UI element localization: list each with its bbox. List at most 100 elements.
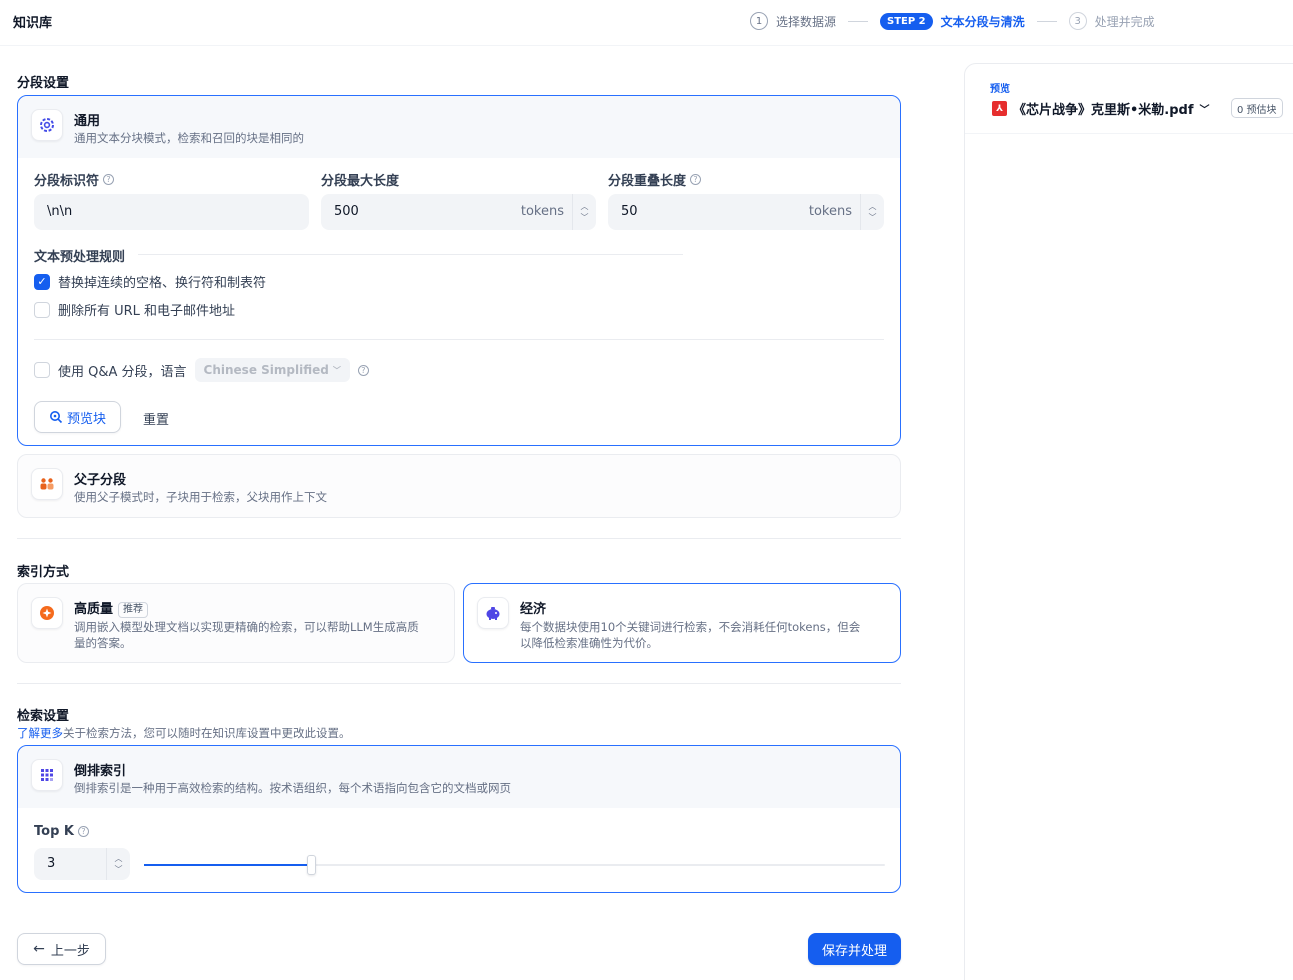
- gear-icon: [31, 109, 63, 141]
- overlap-unit: tokens: [808, 204, 852, 219]
- overlap-stepper[interactable]: ︿ ﹀: [860, 194, 884, 230]
- chevron-down-icon: ﹀: [332, 365, 341, 375]
- chevron-down-icon[interactable]: ﹀: [869, 213, 877, 222]
- inverted-index-header: 倒排索引 倒排索引是一种用于高效检索的结构。按术语组织，每个术语指向包含它的文档…: [18, 746, 900, 808]
- overlap-value: 50: [621, 204, 638, 219]
- high-quality-desc-line2: 量的答案。: [74, 636, 132, 650]
- identifier-input[interactable]: \n\n: [34, 194, 309, 230]
- overlap-label-text: 分段重叠长度: [608, 174, 687, 189]
- economy-desc: 每个数据块使用10个关键词进行检索，不会消耗任何tokens，但会 以降低检索准…: [520, 619, 890, 651]
- rule-remove-urls-row[interactable]: 删除所有 URL 和电子邮件地址: [34, 300, 235, 319]
- help-icon[interactable]: ?: [690, 174, 702, 185]
- step-separator: [1036, 20, 1057, 22]
- retrieval-hint-text: 关于检索方法，您可以随时在知识库设置中更改此设置。: [63, 726, 351, 740]
- parent-child-mode-header[interactable]: 父子分段 使用父子模式时，子块用于检索，父块用作上下文: [18, 455, 900, 517]
- high-quality-desc-line1: 调用嵌入模型处理文档以实现更精确的检索，可以帮助LLM生成高质: [74, 620, 419, 634]
- parent-child-mode-title: 父子分段: [74, 473, 127, 488]
- inverted-index-desc: 倒排索引是一种用于高效检索的结构。按术语组织，每个术语指向包含它的文档或网页: [74, 781, 511, 795]
- estimate-badge: 0 预估块: [1231, 98, 1283, 118]
- parent-child-mode-desc: 使用父子模式时，子块用于检索，父块用作上下文: [74, 490, 327, 504]
- preview-header: 预览 ⅄ 《芯片战争》克里斯•米勒.pdf ﹀ 0 预估块: [965, 64, 1293, 134]
- pdf-icon: ⅄: [992, 101, 1007, 116]
- step-3-number: 3: [1068, 12, 1087, 30]
- qa-divider: [34, 339, 884, 340]
- inverted-index-card[interactable]: 倒排索引 倒排索引是一种用于高效检索的结构。按术语组织，每个术语指向包含它的文档…: [17, 745, 901, 893]
- preprocess-rules-title: 文本预处理规则: [34, 250, 126, 265]
- top-k-stepper[interactable]: ︿ ﹀: [106, 848, 130, 880]
- high-quality-icon: [31, 597, 63, 629]
- index-method-title: 索引方式: [17, 565, 70, 580]
- step-2-label: 文本分段与清洗: [940, 14, 1025, 29]
- max-length-input[interactable]: 500 tokens ︿ ﹀: [321, 194, 596, 230]
- search-icon: [50, 411, 63, 424]
- economy-title: 经济: [520, 602, 547, 617]
- economy-desc-line2: 以降低检索准确性为代价。: [520, 636, 658, 650]
- qa-label: 使用 Q&A 分段，语言: [58, 364, 187, 380]
- max-length-label-text: 分段最大长度: [321, 174, 400, 189]
- learn-more-link[interactable]: 了解更多: [17, 726, 63, 740]
- top-k-input[interactable]: 3 ︿ ﹀: [34, 848, 130, 880]
- general-mode-header[interactable]: 通用 通用文本分块模式，检索和召回的块是相同的: [18, 96, 900, 158]
- recommended-badge: 推荐: [118, 602, 149, 618]
- arrow-left-icon: ←: [33, 941, 45, 957]
- step-separator: [848, 20, 869, 22]
- preview-label: 预览: [990, 84, 1010, 95]
- qa-row[interactable]: 使用 Q&A 分段，语言 Chinese Simplified ﹀ ?: [34, 358, 369, 382]
- back-button[interactable]: ← 上一步: [17, 933, 106, 965]
- overlap-label: 分段重叠长度 ?: [608, 170, 702, 189]
- top-bar: 知识库 1 选择数据源 STEP 2 文本分段与清洗 3 处理并完成: [0, 0, 1293, 46]
- high-quality-title-text: 高质量: [74, 602, 114, 617]
- preview-chunks-label: 预览块: [67, 411, 107, 427]
- section-divider: [17, 538, 901, 539]
- segment-settings-title: 分段设置: [17, 76, 70, 91]
- grid-icon: [31, 759, 63, 791]
- rule-replace-label: 替换掉连续的空格、换行符和制表符: [58, 276, 267, 291]
- rule-replace-row[interactable]: ✓ 替换掉连续的空格、换行符和制表符: [34, 272, 266, 291]
- preview-chunks-button[interactable]: 预览块: [34, 401, 122, 433]
- max-length-stepper[interactable]: ︿ ﹀: [572, 194, 596, 230]
- rule-remove-urls-checkbox[interactable]: [34, 301, 50, 318]
- chevron-up-icon[interactable]: ︿: [869, 202, 877, 211]
- chevron-up-icon[interactable]: ︿: [581, 202, 589, 211]
- help-icon[interactable]: ?: [103, 174, 115, 185]
- overlap-input[interactable]: 50 tokens ︿ ﹀: [608, 194, 884, 230]
- inverted-index-title: 倒排索引: [74, 764, 127, 779]
- top-k-slider-fill: [144, 864, 311, 866]
- step-1-label[interactable]: 选择数据源: [776, 13, 836, 30]
- parent-child-mode-card[interactable]: 父子分段 使用父子模式时，子块用于检索，父块用作上下文: [17, 454, 901, 518]
- retrieval-settings-title: 检索设置: [17, 709, 70, 724]
- high-quality-card[interactable]: 高质量 推荐 调用嵌入模型处理文档以实现更精确的检索，可以帮助LLM生成高质 量的…: [17, 583, 455, 663]
- top-k-slider-thumb[interactable]: [306, 855, 316, 875]
- chevron-down-icon[interactable]: ﹀: [115, 865, 123, 874]
- save-and-process-button[interactable]: 保存并处理: [808, 933, 901, 965]
- rule-replace-checkbox[interactable]: ✓: [34, 273, 50, 290]
- max-length-value: 500: [334, 204, 359, 219]
- rules-divider: [138, 254, 683, 255]
- max-length-label: 分段最大长度: [321, 170, 399, 189]
- file-select[interactable]: ⅄ 《芯片战争》克里斯•米勒.pdf ﹀: [992, 99, 1210, 118]
- help-icon[interactable]: ?: [357, 364, 369, 376]
- rule-remove-urls-label: 删除所有 URL 和电子邮件地址: [58, 304, 236, 319]
- language-value: Chinese Simplified: [203, 363, 329, 377]
- general-mode-card[interactable]: 通用 通用文本分块模式，检索和召回的块是相同的 分段标识符 ? \n\n 分段最…: [17, 95, 901, 446]
- chevron-up-icon[interactable]: ︿: [115, 854, 123, 863]
- identifier-value: \n\n: [47, 204, 73, 219]
- retrieval-hint: 了解更多关于检索方法，您可以随时在知识库设置中更改此设置。: [17, 725, 351, 741]
- step-1-number: 1: [750, 12, 768, 30]
- economy-card[interactable]: 经济 每个数据块使用10个关键词进行检索，不会消耗任何tokens，但会 以降低…: [463, 583, 901, 663]
- help-icon[interactable]: ?: [77, 826, 89, 837]
- qa-checkbox[interactable]: [34, 362, 50, 378]
- language-select[interactable]: Chinese Simplified ﹀: [194, 358, 350, 382]
- top-k-label-text: Top K: [34, 824, 74, 839]
- identifier-label-text: 分段标识符: [34, 174, 100, 189]
- reset-button[interactable]: 重置: [143, 409, 169, 428]
- piggy-bank-icon: [477, 597, 509, 629]
- general-mode-desc: 通用文本分块模式，检索和召回的块是相同的: [74, 131, 304, 145]
- top-k-slider[interactable]: [144, 855, 885, 875]
- file-name: 《芯片战争》克里斯•米勒.pdf: [1013, 103, 1194, 118]
- general-mode-title: 通用: [74, 114, 101, 129]
- preview-panel: 预览 ⅄ 《芯片战争》克里斯•米勒.pdf ﹀ 0 预估块: [964, 63, 1293, 980]
- max-length-unit: tokens: [520, 204, 564, 219]
- top-k-label: Top K ?: [34, 824, 89, 839]
- chevron-down-icon[interactable]: ﹀: [581, 213, 589, 222]
